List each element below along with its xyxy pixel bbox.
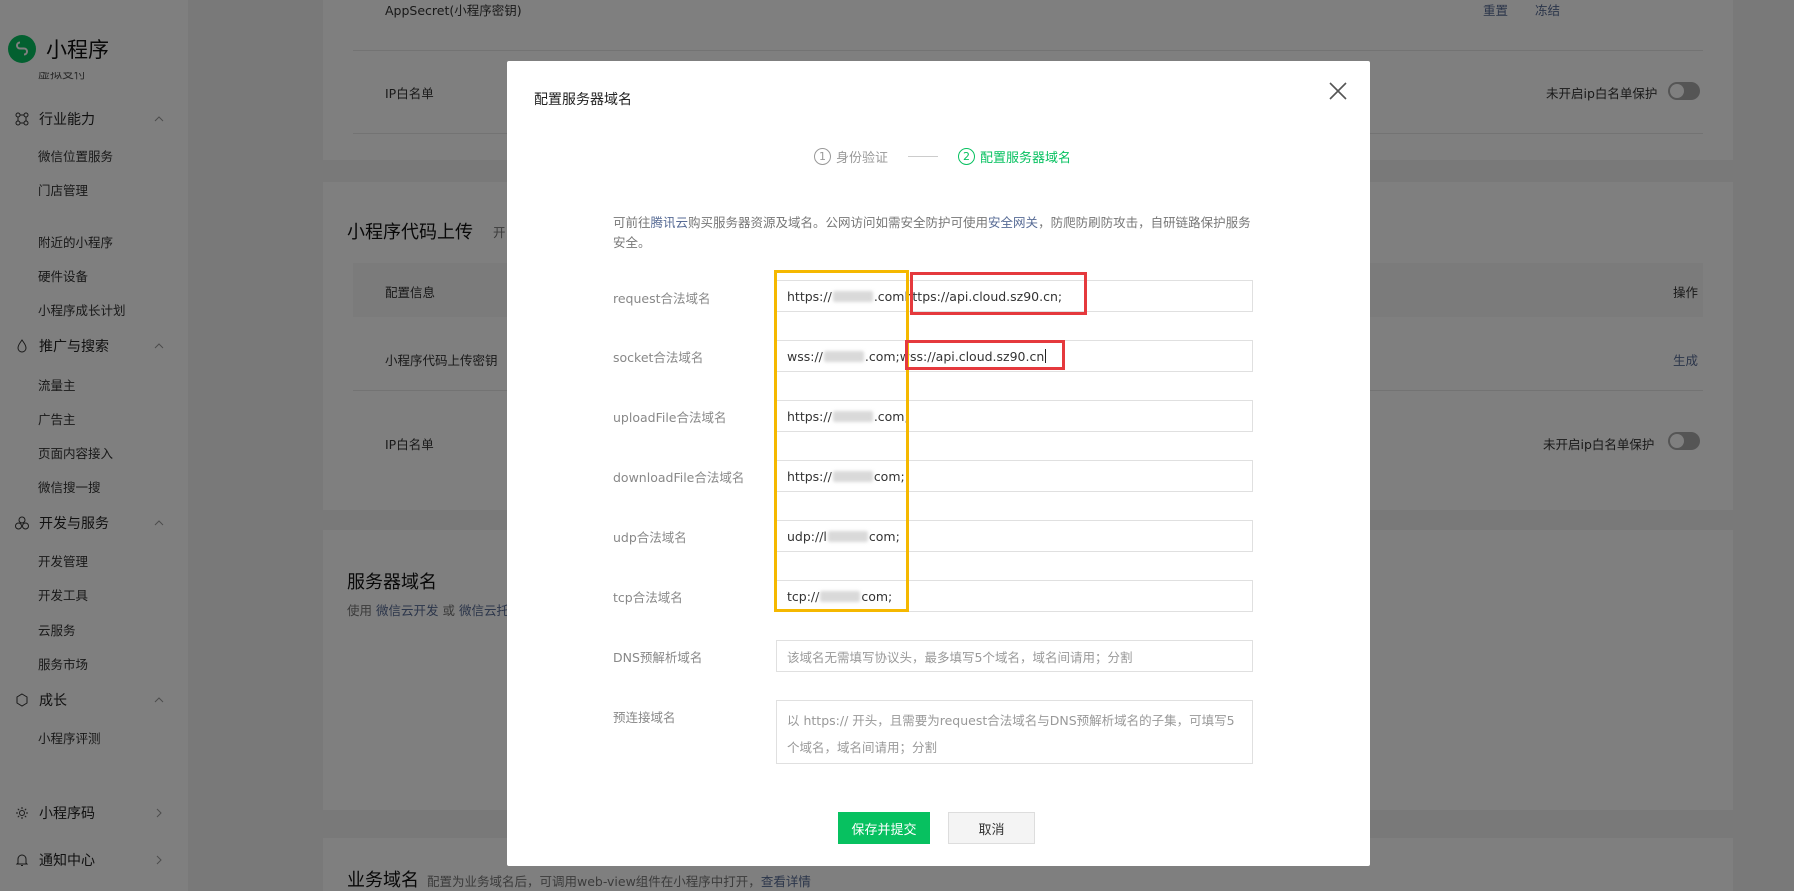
close-button[interactable] xyxy=(1328,81,1348,101)
step-label: 身份验证 xyxy=(836,151,889,166)
preconnect-domain-input[interactable]: 以 https:// 开头，且需要为request合法域名与DNS预解析域名的子… xyxy=(776,700,1253,764)
dns-domain-input[interactable]: 该域名无需填写协议头，最多填写5个域名，域名间请用；分割 xyxy=(776,640,1253,672)
socket-domain-label: socket合法域名 xyxy=(613,350,704,365)
save-submit-button[interactable]: 保存并提交 xyxy=(838,812,930,844)
step-number: 1 xyxy=(814,148,831,165)
server-domain-dialog: 配置服务器域名 1 身份验证 2 配置服务器域名 可前往腾讯云购买服务器资源及域… xyxy=(507,61,1370,866)
red-highlight-box-request xyxy=(910,272,1087,315)
step-connector xyxy=(908,156,939,157)
dialog-title: 配置服务器域名 xyxy=(534,92,632,108)
cancel-button[interactable]: 取消 xyxy=(948,812,1035,844)
security-gateway-link[interactable]: 安全网关 xyxy=(988,215,1038,230)
notice-text: 可前往腾讯云购买服务器资源及域名。公网访问如需安全防护可使用安全网关，防爬防刷防… xyxy=(613,215,1251,250)
udp-domain-label: udp合法域名 xyxy=(613,530,687,545)
downloadfile-domain-label: downloadFile合法域名 xyxy=(613,470,745,485)
tencent-cloud-link[interactable]: 腾讯云 xyxy=(651,215,689,230)
uploadfile-domain-label: uploadFile合法域名 xyxy=(613,410,727,425)
step-identity: 1 身份验证 xyxy=(814,147,888,166)
stepper: 1 身份验证 2 配置服务器域名 xyxy=(814,147,1071,166)
tcp-domain-label: tcp合法域名 xyxy=(613,590,683,605)
dns-domain-label: DNS预解析域名 xyxy=(613,650,703,665)
yellow-highlight-box xyxy=(774,270,909,612)
preconnect-domain-label: 预连接域名 xyxy=(613,710,676,725)
step-configure: 2 配置服务器域名 xyxy=(958,147,1071,166)
close-icon xyxy=(1329,82,1347,100)
step-label: 配置服务器域名 xyxy=(980,151,1072,166)
red-highlight-box-socket xyxy=(905,340,1065,370)
request-domain-label: request合法域名 xyxy=(613,291,711,306)
step-number: 2 xyxy=(958,148,976,165)
